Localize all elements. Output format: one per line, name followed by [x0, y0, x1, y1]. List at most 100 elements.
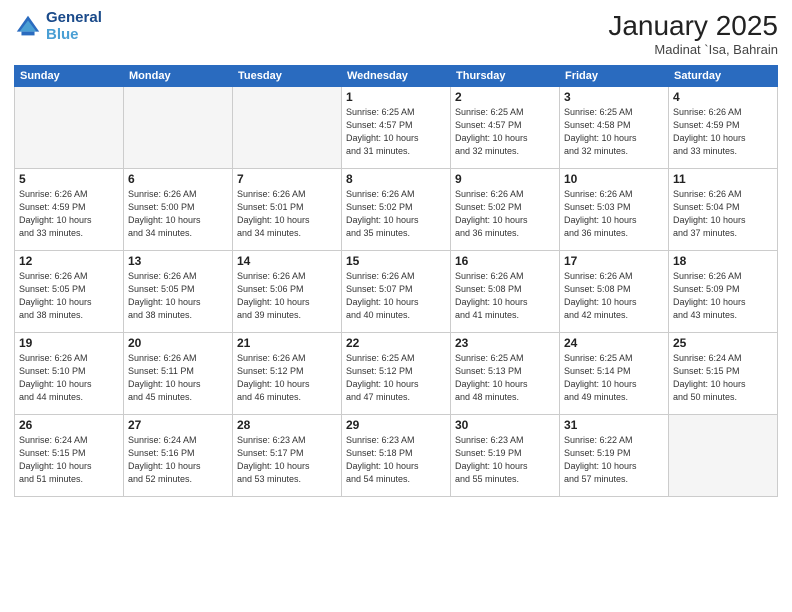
day-number: 11: [673, 172, 773, 186]
day-number: 23: [455, 336, 555, 350]
calendar-cell: 1 Sunrise: 6:25 AM Sunset: 4:57 PM Daylig…: [342, 87, 451, 169]
day-info: Sunrise: 6:26 AM Sunset: 4:59 PM Dayligh…: [19, 188, 119, 240]
calendar-cell: 23 Sunrise: 6:25 AM Sunset: 5:13 PM Dayli…: [451, 333, 560, 415]
day-info: Sunrise: 6:24 AM Sunset: 5:15 PM Dayligh…: [673, 352, 773, 404]
weekday-header-saturday: Saturday: [669, 66, 778, 87]
calendar-cell: 31 Sunrise: 6:22 AM Sunset: 5:19 PM Dayli…: [560, 415, 669, 497]
header: General Blue January 2025 Madinat `Isa, …: [14, 10, 778, 57]
day-number: 17: [564, 254, 664, 268]
weekday-header-tuesday: Tuesday: [233, 66, 342, 87]
calendar-cell: 3 Sunrise: 6:25 AM Sunset: 4:58 PM Daylig…: [560, 87, 669, 169]
day-number: 18: [673, 254, 773, 268]
calendar-cell: 13 Sunrise: 6:26 AM Sunset: 5:05 PM Dayli…: [124, 251, 233, 333]
calendar-cell: 24Sunrise: 6:25 AM Sunset: 5:14 PM Dayli…: [560, 333, 669, 415]
day-info: Sunrise: 6:25 AM Sunset: 5:13 PM Dayligh…: [455, 352, 555, 404]
calendar-cell: 9 Sunrise: 6:26 AM Sunset: 5:02 PM Daylig…: [451, 169, 560, 251]
calendar-week-1: 1 Sunrise: 6:25 AM Sunset: 4:57 PM Daylig…: [15, 87, 778, 169]
day-number: 29: [346, 418, 446, 432]
calendar-week-2: 5Sunrise: 6:26 AM Sunset: 4:59 PM Daylig…: [15, 169, 778, 251]
calendar-cell: 15 Sunrise: 6:26 AM Sunset: 5:07 PM Dayli…: [342, 251, 451, 333]
calendar-cell: 20 Sunrise: 6:26 AM Sunset: 5:11 PM Dayli…: [124, 333, 233, 415]
day-info: Sunrise: 6:26 AM Sunset: 5:10 PM Dayligh…: [19, 352, 119, 404]
day-info: Sunrise: 6:25 AM Sunset: 4:58 PM Dayligh…: [564, 106, 664, 158]
calendar-cell: 7 Sunrise: 6:26 AM Sunset: 5:01 PM Daylig…: [233, 169, 342, 251]
logo-text: General Blue: [46, 10, 102, 43]
day-info: Sunrise: 6:26 AM Sunset: 5:08 PM Dayligh…: [455, 270, 555, 322]
day-number: 4: [673, 90, 773, 104]
day-number: 1: [346, 90, 446, 104]
day-number: 15: [346, 254, 446, 268]
calendar-cell: [233, 87, 342, 169]
day-number: 13: [128, 254, 228, 268]
weekday-header-wednesday: Wednesday: [342, 66, 451, 87]
calendar-cell: 18 Sunrise: 6:26 AM Sunset: 5:09 PM Dayli…: [669, 251, 778, 333]
day-info: Sunrise: 6:25 AM Sunset: 4:57 PM Dayligh…: [455, 106, 555, 158]
calendar-cell: 6Sunrise: 6:26 AM Sunset: 5:00 PM Daylig…: [124, 169, 233, 251]
day-info: Sunrise: 6:26 AM Sunset: 5:09 PM Dayligh…: [673, 270, 773, 322]
day-number: 31: [564, 418, 664, 432]
day-info: Sunrise: 6:26 AM Sunset: 5:02 PM Dayligh…: [346, 188, 446, 240]
day-info: Sunrise: 6:24 AM Sunset: 5:16 PM Dayligh…: [128, 434, 228, 486]
day-number: 26: [19, 418, 119, 432]
day-info: Sunrise: 6:22 AM Sunset: 5:19 PM Dayligh…: [564, 434, 664, 486]
logo: General Blue: [14, 10, 102, 43]
calendar-cell: 30 Sunrise: 6:23 AM Sunset: 5:19 PM Dayli…: [451, 415, 560, 497]
day-number: 9: [455, 172, 555, 186]
day-info: Sunrise: 6:26 AM Sunset: 5:06 PM Dayligh…: [237, 270, 337, 322]
day-info: Sunrise: 6:23 AM Sunset: 5:18 PM Dayligh…: [346, 434, 446, 486]
day-number: 12: [19, 254, 119, 268]
weekday-header-thursday: Thursday: [451, 66, 560, 87]
day-number: 19: [19, 336, 119, 350]
day-info: Sunrise: 6:26 AM Sunset: 5:01 PM Dayligh…: [237, 188, 337, 240]
day-info: Sunrise: 6:23 AM Sunset: 5:19 PM Dayligh…: [455, 434, 555, 486]
day-info: Sunrise: 6:26 AM Sunset: 5:12 PM Dayligh…: [237, 352, 337, 404]
calendar-week-4: 19 Sunrise: 6:26 AM Sunset: 5:10 PM Dayli…: [15, 333, 778, 415]
day-number: 27: [128, 418, 228, 432]
calendar-cell: 29 Sunrise: 6:23 AM Sunset: 5:18 PM Dayli…: [342, 415, 451, 497]
weekday-header-friday: Friday: [560, 66, 669, 87]
day-number: 6: [128, 172, 228, 186]
day-info: Sunrise: 6:26 AM Sunset: 5:04 PM Dayligh…: [673, 188, 773, 240]
calendar-cell: 22Sunrise: 6:25 AM Sunset: 5:12 PM Dayli…: [342, 333, 451, 415]
day-info: Sunrise: 6:26 AM Sunset: 5:03 PM Dayligh…: [564, 188, 664, 240]
calendar-cell: 25Sunrise: 6:24 AM Sunset: 5:15 PM Dayli…: [669, 333, 778, 415]
day-info: Sunrise: 6:26 AM Sunset: 5:11 PM Dayligh…: [128, 352, 228, 404]
day-info: Sunrise: 6:26 AM Sunset: 5:05 PM Dayligh…: [128, 270, 228, 322]
day-number: 24: [564, 336, 664, 350]
day-number: 3: [564, 90, 664, 104]
calendar-cell: [124, 87, 233, 169]
day-info: Sunrise: 6:24 AM Sunset: 5:15 PM Dayligh…: [19, 434, 119, 486]
calendar-cell: 19 Sunrise: 6:26 AM Sunset: 5:10 PM Dayli…: [15, 333, 124, 415]
calendar-cell: 28 Sunrise: 6:23 AM Sunset: 5:17 PM Dayli…: [233, 415, 342, 497]
day-info: Sunrise: 6:26 AM Sunset: 5:07 PM Dayligh…: [346, 270, 446, 322]
calendar-cell: 8Sunrise: 6:26 AM Sunset: 5:02 PM Daylig…: [342, 169, 451, 251]
month-title: January 2025: [608, 10, 778, 42]
day-number: 20: [128, 336, 228, 350]
page: General Blue January 2025 Madinat `Isa, …: [0, 0, 792, 612]
day-number: 7: [237, 172, 337, 186]
logo-icon: [14, 13, 42, 41]
calendar-cell: 21 Sunrise: 6:26 AM Sunset: 5:12 PM Dayli…: [233, 333, 342, 415]
day-number: 28: [237, 418, 337, 432]
day-info: Sunrise: 6:23 AM Sunset: 5:17 PM Dayligh…: [237, 434, 337, 486]
day-number: 30: [455, 418, 555, 432]
day-info: Sunrise: 6:25 AM Sunset: 4:57 PM Dayligh…: [346, 106, 446, 158]
day-number: 16: [455, 254, 555, 268]
calendar-cell: [15, 87, 124, 169]
calendar-cell: [669, 415, 778, 497]
calendar-table: SundayMondayTuesdayWednesdayThursdayFrid…: [14, 65, 778, 497]
calendar-header-row: SundayMondayTuesdayWednesdayThursdayFrid…: [15, 66, 778, 87]
title-block: January 2025 Madinat `Isa, Bahrain: [608, 10, 778, 57]
location: Madinat `Isa, Bahrain: [608, 42, 778, 57]
calendar-cell: 27 Sunrise: 6:24 AM Sunset: 5:16 PM Dayli…: [124, 415, 233, 497]
day-info: Sunrise: 6:26 AM Sunset: 5:02 PM Dayligh…: [455, 188, 555, 240]
day-number: 10: [564, 172, 664, 186]
calendar-cell: 4Sunrise: 6:26 AM Sunset: 4:59 PM Daylig…: [669, 87, 778, 169]
calendar-week-3: 12 Sunrise: 6:26 AM Sunset: 5:05 PM Dayli…: [15, 251, 778, 333]
day-info: Sunrise: 6:26 AM Sunset: 5:08 PM Dayligh…: [564, 270, 664, 322]
calendar-cell: 14 Sunrise: 6:26 AM Sunset: 5:06 PM Dayli…: [233, 251, 342, 333]
calendar-week-5: 26 Sunrise: 6:24 AM Sunset: 5:15 PM Dayli…: [15, 415, 778, 497]
calendar-cell: 11 Sunrise: 6:26 AM Sunset: 5:04 PM Dayli…: [669, 169, 778, 251]
day-number: 21: [237, 336, 337, 350]
day-number: 14: [237, 254, 337, 268]
